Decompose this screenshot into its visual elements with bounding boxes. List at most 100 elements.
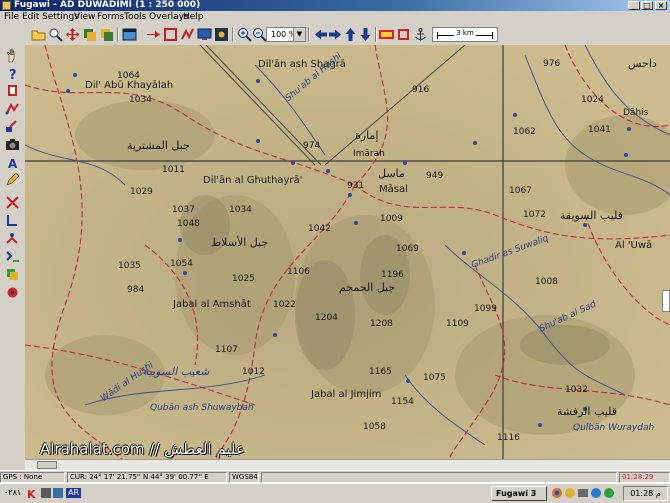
- map-label: 1009: [380, 214, 403, 224]
- arrow-right-icon[interactable]: [328, 27, 343, 42]
- vertical-scroll-thumb[interactable]: [662, 290, 670, 312]
- menu-forms[interactable]: Forms: [97, 12, 124, 23]
- map-label: 1106: [287, 267, 310, 277]
- toolbar-separator: [232, 27, 234, 42]
- split-route-icon[interactable]: [5, 231, 20, 246]
- map-label: 1042: [308, 224, 331, 234]
- zoom-out-icon[interactable]: [252, 27, 267, 42]
- taskbar-app-label: Fugawi 3: [496, 489, 537, 498]
- map-label: Qubān ash Shuwaybah: [150, 403, 254, 413]
- north-up-icon[interactable]: [379, 27, 394, 42]
- menu-view[interactable]: View: [74, 12, 95, 23]
- map-label: 1025: [232, 274, 255, 284]
- left-toolbar: ? A: [0, 45, 26, 470]
- app-icon: [2, 1, 11, 10]
- track-icon[interactable]: [180, 27, 195, 42]
- help-query-icon[interactable]: ?: [5, 66, 20, 81]
- camera-icon[interactable]: [5, 137, 20, 152]
- map-label: 976: [543, 59, 561, 69]
- map-label: 1204: [315, 313, 338, 323]
- find-map-icon[interactable]: [48, 27, 63, 42]
- menu-file[interactable]: File: [4, 12, 19, 23]
- measure-icon[interactable]: [5, 83, 20, 98]
- map-label: 1165: [369, 367, 392, 377]
- svg-text:K: K: [27, 488, 36, 499]
- map-label: 1048: [177, 219, 200, 229]
- map-label: 1107: [215, 345, 238, 355]
- menu-bar: File Edit Settings View Forms Tools Over…: [0, 11, 670, 25]
- map-label: 1012: [242, 367, 265, 377]
- waypoint-in-icon[interactable]: [146, 27, 161, 42]
- map-label: قليب السويقة: [560, 209, 623, 222]
- map-label: 1062: [513, 127, 536, 137]
- map-label: Māsal: [379, 184, 408, 195]
- anchor-icon[interactable]: [413, 27, 428, 42]
- map-label: 1024: [581, 95, 604, 105]
- red-k-icon[interactable]: K: [26, 487, 38, 499]
- map-label: إمارة: [355, 129, 379, 142]
- arrow-down-icon[interactable]: [358, 27, 373, 42]
- language-indicator[interactable]: AR: [66, 488, 82, 498]
- taskbar: ٠٢٨١ K AR Fugawi 3 01:28 م: [0, 483, 670, 503]
- add-waypoint-icon[interactable]: [5, 101, 20, 116]
- menu-edit[interactable]: Edit: [22, 12, 39, 23]
- cursor-coordinates: CUR: 24° 17' 21.75'' N 44° 39' 00.77'' E: [67, 472, 227, 483]
- horizontal-scroll-thumb[interactable]: [37, 461, 57, 469]
- map-label: 1041: [588, 125, 611, 135]
- map-label: قليب الرفشة: [557, 405, 617, 418]
- chevron-down-icon[interactable]: ▼: [293, 28, 305, 41]
- screen-icon[interactable]: [197, 27, 212, 42]
- watermark-text: عليم العطش // Alrahalat.com: [40, 440, 245, 458]
- map-label: Jabal al Jimjim: [311, 389, 382, 400]
- hand-tool-icon[interactable]: [5, 48, 20, 63]
- open-folder-icon[interactable]: [31, 27, 46, 42]
- tray-app-icon[interactable]: [564, 487, 576, 499]
- minimize-button[interactable]: _: [628, 1, 640, 10]
- pan-arrows-icon[interactable]: [65, 27, 80, 42]
- position-icon[interactable]: [5, 285, 20, 300]
- map-label: جبل الجمجم: [339, 281, 396, 294]
- gps-display-icon[interactable]: [214, 27, 229, 42]
- connect-icon[interactable]: [5, 213, 20, 228]
- tray-app-icon[interactable]: [52, 487, 64, 499]
- add-route-icon[interactable]: [5, 119, 20, 134]
- pencil-icon[interactable]: [5, 172, 20, 187]
- map-label: Dil' Abū Khayālah: [85, 80, 174, 91]
- zoom-in-icon[interactable]: [237, 27, 252, 42]
- firefox-icon[interactable]: [551, 487, 563, 499]
- layer-toggle-icon[interactable]: [5, 267, 20, 282]
- tray-text: ٠٢٨١: [4, 488, 22, 497]
- map-label: 1208: [370, 319, 393, 329]
- layers-alt-icon[interactable]: [99, 27, 114, 42]
- map-label: 1034: [129, 95, 152, 105]
- menu-tools[interactable]: Tools: [124, 12, 146, 23]
- tray-app-icon[interactable]: [590, 487, 602, 499]
- map-view[interactable]: 1064 Dil' Abū Khayālah 1034 Dil'ān ash S…: [25, 45, 670, 470]
- text-tool-icon[interactable]: A: [5, 155, 20, 170]
- stop-icon[interactable]: [396, 27, 411, 42]
- track-edit-icon[interactable]: [5, 249, 20, 264]
- map-label: 931: [347, 181, 365, 191]
- tray-app-icon[interactable]: [40, 487, 52, 499]
- map-label: 1109: [446, 319, 469, 329]
- status-time: 01:28:29: [619, 472, 670, 483]
- map-label: Imārah: [353, 149, 385, 159]
- tray-app-icon[interactable]: [603, 487, 615, 499]
- map-label: 1037: [172, 205, 195, 215]
- arrow-up-icon[interactable]: [343, 27, 358, 42]
- horizontal-scrollbar[interactable]: [25, 459, 670, 470]
- close-button[interactable]: ×: [655, 1, 667, 10]
- map-window-icon[interactable]: [122, 27, 137, 42]
- layers-icon[interactable]: [82, 27, 97, 42]
- svg-text:?: ?: [9, 68, 17, 81]
- map-label: 1072: [523, 210, 546, 220]
- arrow-left-icon[interactable]: [313, 27, 328, 42]
- tray-app-icon[interactable]: [577, 487, 589, 499]
- move-waypoint-icon[interactable]: [5, 195, 20, 210]
- taskbar-app-button[interactable]: Fugawi 3: [491, 486, 547, 501]
- route-icon[interactable]: [163, 27, 178, 42]
- zoom-select[interactable]: 100 % ▼: [266, 27, 306, 42]
- map-label: 1058: [363, 422, 386, 432]
- menu-help[interactable]: Help: [183, 12, 204, 23]
- maximize-button[interactable]: □: [641, 1, 653, 10]
